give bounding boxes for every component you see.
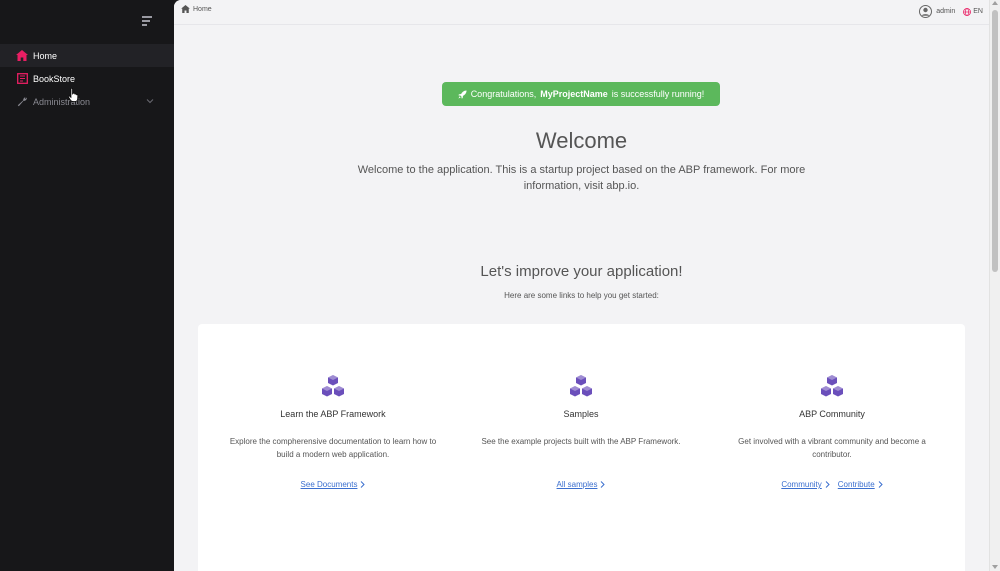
welcome-text: Welcome to the application. This is a st… — [357, 164, 806, 192]
card-description: See the example projects built with the … — [481, 437, 681, 446]
rocket-icon — [458, 89, 467, 99]
see-documents-link[interactable]: See Documents — [301, 480, 366, 489]
main-content: Home admin EN Congratulations, MyProject… — [174, 0, 989, 571]
chevron-right-icon — [825, 481, 830, 488]
home-icon — [16, 50, 28, 62]
cubes-icon — [821, 375, 843, 397]
link-label: See Documents — [300, 480, 358, 489]
project-name: MyProjectName — [540, 89, 608, 99]
language-label: EN — [973, 8, 983, 15]
username[interactable]: admin — [936, 8, 955, 15]
card-title: Learn the ABP Framework — [280, 409, 386, 419]
cubes-icon — [322, 375, 344, 397]
chevron-right-icon — [361, 481, 366, 488]
breadcrumb-home[interactable]: Home — [193, 6, 212, 13]
card-description: Explore the compherensive documentation … — [229, 437, 437, 459]
sidebar-item-label: Home — [33, 50, 58, 61]
sidebar-item-label: BookStore — [33, 73, 76, 84]
breadcrumb: Home — [181, 5, 212, 13]
card-links: All samples — [466, 480, 696, 489]
mouse-cursor-icon — [68, 88, 78, 102]
alert-suffix: is successfully running! — [611, 89, 705, 99]
language-switcher[interactable]: EN — [963, 7, 983, 16]
app-window: Home BookStore Administration Home admin… — [0, 0, 1000, 571]
menu-toggle-icon[interactable] — [142, 15, 156, 27]
scrollbar-thumb[interactable] — [992, 10, 998, 272]
page-scrollbar[interactable] — [989, 0, 1000, 571]
user-avatar-icon[interactable] — [919, 5, 933, 18]
globe-icon — [963, 7, 972, 16]
section-subtitle: Here are some links to help you get star… — [504, 291, 659, 300]
chevron-right-icon — [878, 481, 883, 488]
chevron-right-icon — [601, 481, 606, 488]
community-link[interactable]: Community — [781, 480, 830, 489]
top-bar: Home admin EN — [174, 0, 989, 25]
sidebar-item-home[interactable]: Home — [0, 44, 174, 67]
chevron-down-icon[interactable] — [146, 97, 154, 105]
link-label: Contribute — [837, 480, 875, 489]
card-links: Community Contribute — [717, 480, 947, 489]
user-area: admin EN — [919, 5, 983, 18]
card-links: See Documents — [218, 480, 448, 489]
link-label: All samples — [556, 480, 598, 489]
page-title: Welcome — [535, 128, 628, 153]
home-icon[interactable] — [181, 5, 190, 13]
link-label: Community — [781, 480, 822, 489]
sidebar-item-label: Administration — [33, 96, 91, 107]
book-icon — [16, 73, 28, 85]
card-description: Get involved with a vibrant community an… — [738, 437, 926, 459]
wrench-icon — [16, 96, 28, 108]
section-title: Let's improve your application! — [480, 263, 683, 280]
sidebar: Home BookStore Administration — [0, 0, 174, 571]
alert-prefix: Congratulations, — [470, 89, 537, 99]
success-alert: Congratulations, MyProjectName is succes… — [442, 82, 720, 106]
scroll-down-arrow-icon[interactable] — [992, 565, 998, 569]
card-title: Samples — [563, 409, 599, 419]
sidebar-item-bookstore[interactable]: BookStore — [0, 67, 174, 90]
all-samples-link[interactable]: All samples — [557, 480, 606, 489]
cubes-icon — [570, 375, 592, 397]
links-card: Learn the ABP Framework Explore the comp… — [198, 324, 965, 571]
card-title: ABP Community — [799, 409, 865, 419]
scroll-up-arrow-icon[interactable] — [992, 1, 998, 5]
contribute-link[interactable]: Contribute — [838, 480, 883, 489]
sidebar-item-administration[interactable]: Administration — [0, 90, 174, 113]
